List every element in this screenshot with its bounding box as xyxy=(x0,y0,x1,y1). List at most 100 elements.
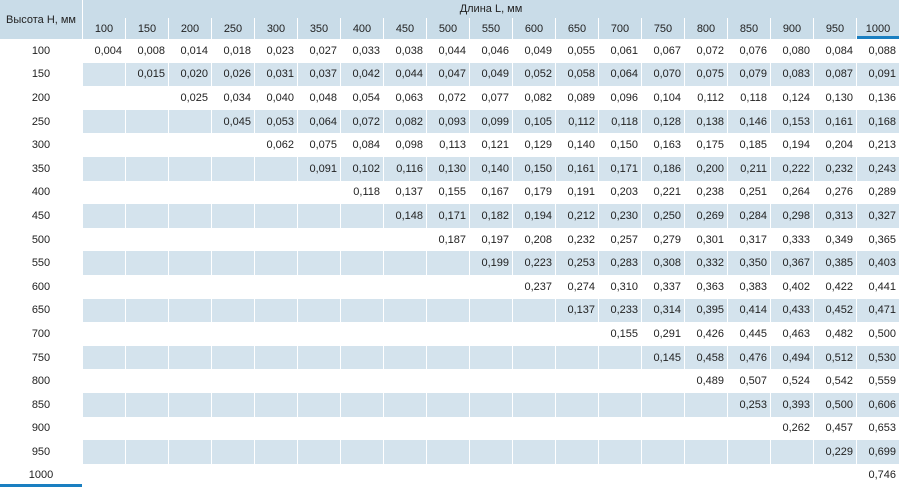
table-cell xyxy=(211,204,255,228)
table-cell xyxy=(598,392,642,417)
row-header: 150 xyxy=(0,62,83,87)
table-cell xyxy=(211,274,255,299)
table-cell: 0,257 xyxy=(598,227,642,252)
table-row: 100 0,004 0,008 0,014 0,018 0,023 0,027 0,033 0,… xyxy=(0,39,900,63)
table-cell: 0,089 xyxy=(555,86,599,110)
table-cell: 0,182 xyxy=(469,204,513,228)
table-cell: 0,289 xyxy=(856,180,900,205)
table-row: 750 0,145 0,458 0,476 0,494 0,512 0,530 xyxy=(0,345,900,370)
table-cell: 0,414 xyxy=(727,298,771,323)
table-cell xyxy=(211,440,255,464)
column-header: 700 xyxy=(598,18,642,39)
table-cell: 0,091 xyxy=(856,62,900,87)
column-header: 950 xyxy=(813,18,857,39)
table-cell: 0,402 xyxy=(770,274,814,299)
table-cell xyxy=(512,298,556,323)
table-cell xyxy=(168,133,212,157)
table-cell: 0,457 xyxy=(813,416,857,441)
table-cell: 0,395 xyxy=(684,298,728,323)
table-cell xyxy=(684,440,728,464)
table-cell xyxy=(254,180,298,205)
table-cell: 0,393 xyxy=(770,392,814,417)
table-cell: 0,194 xyxy=(512,204,556,228)
table-cell: 0,104 xyxy=(641,86,685,110)
column-header: 400 xyxy=(340,18,384,39)
table-cell xyxy=(82,109,126,134)
table-cell: 0,168 xyxy=(856,109,900,134)
table-cell: 0,054 xyxy=(340,86,384,110)
table-cell xyxy=(340,298,384,323)
table-cell: 0,148 xyxy=(383,204,427,228)
table-cell: 0,067 xyxy=(641,39,685,63)
table-cell xyxy=(254,251,298,275)
table-cell xyxy=(512,440,556,464)
table-cell xyxy=(82,416,126,441)
table-cell: 0,441 xyxy=(856,274,900,299)
table-cell xyxy=(297,180,341,205)
table-cell xyxy=(469,392,513,417)
table-row: 300 0,062 0,075 0,084 0,098 0,113 0,121 0,129 0,… xyxy=(0,133,900,157)
table-cell: 0,064 xyxy=(598,62,642,87)
table-row: 900 0,262 0,457 0,653 xyxy=(0,416,900,441)
table-cell xyxy=(125,392,169,417)
table-cell: 0,264 xyxy=(770,180,814,205)
table-cell xyxy=(340,274,384,299)
table-cell: 0,301 xyxy=(684,227,728,252)
table-cell: 0,075 xyxy=(684,62,728,87)
table-cell: 0,112 xyxy=(684,86,728,110)
table-cell: 0,349 xyxy=(813,227,857,252)
column-header: 300 xyxy=(254,18,298,39)
data-table: Высота Н, мм Длина L, мм 100 150 200 250 300… xyxy=(0,0,900,487)
table-cell xyxy=(125,274,169,299)
table-cell: 0,433 xyxy=(770,298,814,323)
table-cell: 0,363 xyxy=(684,274,728,299)
table-cell xyxy=(383,298,427,323)
table-cell xyxy=(168,109,212,134)
table-cell: 0,027 xyxy=(297,39,341,63)
table-cell: 0,072 xyxy=(340,109,384,134)
table-cell: 0,284 xyxy=(727,204,771,228)
table-cell xyxy=(82,227,126,252)
table-cell: 0,313 xyxy=(813,204,857,228)
table-cell xyxy=(340,322,384,346)
column-header: 800 xyxy=(684,18,728,39)
table-cell: 0,046 xyxy=(469,39,513,63)
table-cell: 0,070 xyxy=(641,62,685,87)
table-cell: 0,230 xyxy=(598,204,642,228)
table-cell: 0,091 xyxy=(297,156,341,181)
row-header: 250 xyxy=(0,109,83,134)
table-cell xyxy=(598,440,642,464)
table-cell: 0,213 xyxy=(856,133,900,157)
table-cell xyxy=(383,440,427,464)
table-cell: 0,018 xyxy=(211,39,255,63)
row-header: 700 xyxy=(0,322,83,346)
table-cell xyxy=(211,416,255,441)
table-cell: 0,507 xyxy=(727,369,771,393)
table-row: 500 0,187 0,197 0,208 0,232 0,257 0,279 0,301 0,… xyxy=(0,227,900,252)
table-cell: 0,155 xyxy=(598,322,642,346)
table-body: 100 0,004 0,008 0,014 0,018 0,023 0,027 0,033 0,… xyxy=(0,39,900,487)
table-cell: 0,250 xyxy=(641,204,685,228)
table-cell xyxy=(340,227,384,252)
table-cell xyxy=(598,345,642,370)
table-cell: 0,031 xyxy=(254,62,298,87)
table-cell: 0,489 xyxy=(684,369,728,393)
table-cell: 0,223 xyxy=(512,251,556,275)
table-cell xyxy=(383,416,427,441)
table-cell: 0,112 xyxy=(555,109,599,134)
table-cell: 0,015 xyxy=(125,62,169,87)
table-cell xyxy=(254,369,298,393)
table-cell: 0,699 xyxy=(856,440,900,464)
table-cell: 0,383 xyxy=(727,274,771,299)
table-cell xyxy=(168,322,212,346)
table-cell xyxy=(512,369,556,393)
row-header: 650 xyxy=(0,298,83,323)
table-cell xyxy=(254,440,298,464)
table-cell xyxy=(82,392,126,417)
table-cell xyxy=(211,180,255,205)
table-cell xyxy=(168,227,212,252)
table-cell: 0,083 xyxy=(770,62,814,87)
table-cell: 0,385 xyxy=(813,251,857,275)
table-cell: 0,262 xyxy=(770,416,814,441)
table-cell: 0,116 xyxy=(383,156,427,181)
